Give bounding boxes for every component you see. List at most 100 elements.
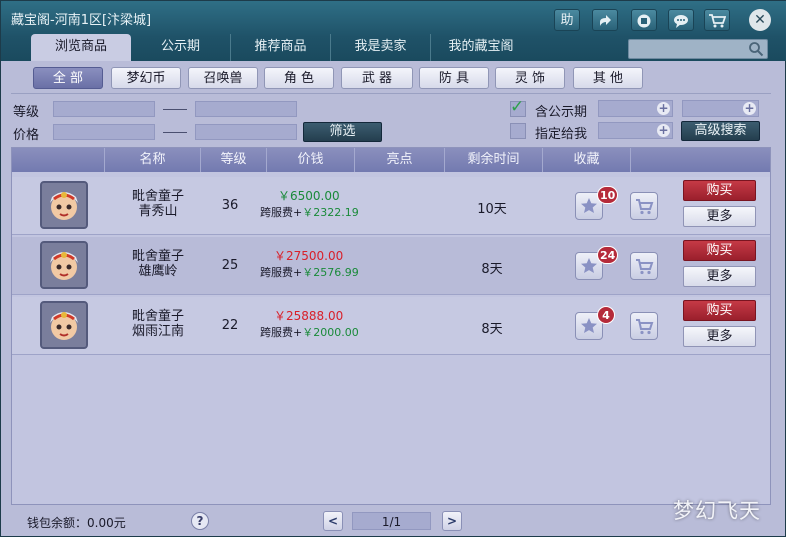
help-icon[interactable]: ? bbox=[191, 512, 209, 530]
level-label: 等级 bbox=[13, 105, 40, 120]
public-option-slot-2[interactable]: + bbox=[682, 100, 759, 117]
fee-label: 跨服费+ bbox=[260, 206, 303, 219]
buy-button[interactable]: 购买 bbox=[683, 180, 756, 201]
header-price: 价钱 bbox=[266, 148, 354, 172]
title-bar: 藏宝阁-河南1区[汴梁城] 助 ✕ 浏览商品 公示期 推荐商品 我是卖家 我的藏… bbox=[1, 1, 786, 61]
fee-amount: ￥2322.19 bbox=[302, 206, 359, 219]
table-row[interactable]: 毗舍童子 烟雨江南 22 ￥25888.00 跨服费+￥2000.00 8天 4 bbox=[12, 297, 770, 355]
assign-to-me-label: 指定给我 bbox=[535, 127, 588, 142]
fee-amount: ￥2576.99 bbox=[302, 266, 359, 279]
header-favorites: 收藏 bbox=[542, 148, 630, 172]
character-avatar[interactable] bbox=[40, 181, 88, 229]
character-avatar[interactable] bbox=[40, 301, 88, 349]
character-avatar[interactable] bbox=[40, 241, 88, 289]
tab-public[interactable]: 公示期 bbox=[131, 34, 231, 61]
listing-table: 名称 等级 价钱 亮点 剩余时间 收藏 毗舍童子 青秀山 36 ￥6500.00… bbox=[11, 147, 771, 505]
close-button[interactable]: ✕ bbox=[749, 9, 771, 31]
record-button[interactable] bbox=[631, 9, 657, 31]
price-max-input[interactable] bbox=[195, 124, 297, 140]
cross-server-fee: 跨服费+￥2000.00 bbox=[260, 324, 359, 340]
assign-to-me-checkbox[interactable] bbox=[510, 123, 526, 139]
add-to-cart-button[interactable] bbox=[630, 192, 658, 220]
header-highlights: 亮点 bbox=[354, 148, 444, 172]
category-all[interactable]: 全 部 bbox=[33, 67, 103, 89]
filter-button[interactable]: 筛选 bbox=[303, 122, 382, 142]
price-min-input[interactable] bbox=[53, 124, 155, 140]
more-button[interactable]: 更多 bbox=[683, 266, 756, 287]
search-input[interactable] bbox=[628, 39, 768, 59]
add-to-cart-button[interactable] bbox=[630, 252, 658, 280]
table-row[interactable]: 毗舍童子 雄鹰岭 25 ￥27500.00 跨服费+￥2576.99 8天 24 bbox=[12, 237, 770, 295]
tab-recommended[interactable]: 推荐商品 bbox=[231, 34, 331, 61]
prev-page-button[interactable]: < bbox=[323, 511, 343, 531]
time-left: 8天 bbox=[481, 262, 503, 277]
category-armor[interactable]: 防 具 bbox=[419, 67, 489, 89]
public-option-slot-1[interactable]: + bbox=[598, 100, 673, 117]
checkmark-icon: ✓ bbox=[510, 97, 525, 117]
share-button[interactable] bbox=[592, 9, 618, 31]
plus-icon[interactable]: + bbox=[657, 124, 670, 137]
category-accessory[interactable]: 灵 饰 bbox=[495, 67, 565, 89]
divider bbox=[11, 93, 771, 94]
item-price: ￥6500.00 bbox=[278, 189, 340, 203]
chat-bubble-icon bbox=[674, 15, 688, 28]
category-pet[interactable]: 召唤兽 bbox=[188, 67, 258, 89]
cart-button[interactable] bbox=[704, 9, 730, 31]
category-character[interactable]: 角 色 bbox=[264, 67, 334, 89]
header-time-left: 剩余时间 bbox=[444, 148, 542, 172]
character-portrait-icon bbox=[42, 183, 86, 227]
plus-icon[interactable]: + bbox=[743, 102, 756, 115]
fee-label: 跨服费+ bbox=[260, 266, 303, 279]
record-stop-icon bbox=[637, 14, 651, 28]
category-weapon[interactable]: 武 器 bbox=[341, 67, 413, 89]
item-server: 青秀山 bbox=[138, 204, 178, 219]
shopping-cart-icon bbox=[636, 259, 654, 275]
favorite-count-badge: 24 bbox=[597, 246, 619, 264]
tab-seller[interactable]: 我是卖家 bbox=[331, 34, 431, 61]
category-game-coin[interactable]: 梦幻币 bbox=[111, 67, 181, 89]
tab-my-treasure[interactable]: 我的藏宝阁 bbox=[431, 34, 531, 61]
item-price: ￥27500.00 bbox=[274, 249, 344, 263]
item-price: ￥25888.00 bbox=[274, 309, 344, 323]
wallet-balance: 钱包余额：0.00元 bbox=[27, 516, 126, 530]
table-row[interactable]: 毗舍童子 青秀山 36 ￥6500.00 跨服费+￥2322.19 10天 10 bbox=[12, 177, 770, 235]
item-level: 25 bbox=[221, 258, 239, 273]
level-range-dash bbox=[163, 109, 187, 110]
treasure-window: 藏宝阁-河南1区[汴梁城] 助 ✕ 浏览商品 公示期 推荐商品 我是卖家 我的藏… bbox=[0, 0, 786, 537]
include-public-checkbox[interactable]: ✓ bbox=[510, 97, 526, 117]
buy-button[interactable]: 购买 bbox=[683, 300, 756, 321]
header-avatar-column bbox=[12, 148, 104, 172]
share-arrow-icon bbox=[600, 15, 611, 26]
level-min-input[interactable] bbox=[53, 101, 155, 117]
add-to-cart-button[interactable] bbox=[630, 312, 658, 340]
level-max-input[interactable] bbox=[195, 101, 297, 117]
price-label: 价格 bbox=[13, 128, 40, 143]
fee-amount: ￥2000.00 bbox=[302, 326, 359, 339]
table-header: 名称 等级 价钱 亮点 剩余时间 收藏 bbox=[12, 148, 770, 172]
item-name-line1: 毗舍童子 bbox=[131, 189, 184, 204]
assign-target-slot[interactable]: + bbox=[598, 122, 673, 139]
category-other[interactable]: 其 他 bbox=[573, 67, 643, 89]
window-title: 藏宝阁-河南1区[汴梁城] bbox=[11, 13, 152, 28]
chat-button[interactable] bbox=[668, 9, 694, 31]
watermark: 梦幻飞天 bbox=[673, 499, 761, 523]
header-actions bbox=[630, 148, 770, 172]
favorite-count-badge: 10 bbox=[597, 186, 619, 204]
plus-icon[interactable]: + bbox=[657, 102, 670, 115]
search-icon[interactable] bbox=[748, 41, 764, 57]
item-name-line1: 毗舍童子 bbox=[131, 309, 184, 324]
page-indicator: 1/1 bbox=[352, 512, 431, 530]
help-assist-label: 助 bbox=[560, 13, 574, 28]
advanced-search-button[interactable]: 高级搜索 bbox=[681, 121, 760, 141]
shopping-cart-icon bbox=[636, 199, 654, 215]
more-button[interactable]: 更多 bbox=[683, 326, 756, 347]
help-assist-button[interactable]: 助 bbox=[554, 9, 580, 31]
close-icon: ✕ bbox=[754, 12, 766, 28]
item-server: 烟雨江南 bbox=[131, 324, 184, 339]
more-button[interactable]: 更多 bbox=[683, 206, 756, 227]
buy-button[interactable]: 购买 bbox=[683, 240, 756, 261]
header-name: 名称 bbox=[104, 148, 200, 172]
next-page-button[interactable]: > bbox=[442, 511, 462, 531]
tab-browse[interactable]: 浏览商品 bbox=[31, 34, 131, 61]
include-public-label: 含公示期 bbox=[535, 105, 588, 120]
